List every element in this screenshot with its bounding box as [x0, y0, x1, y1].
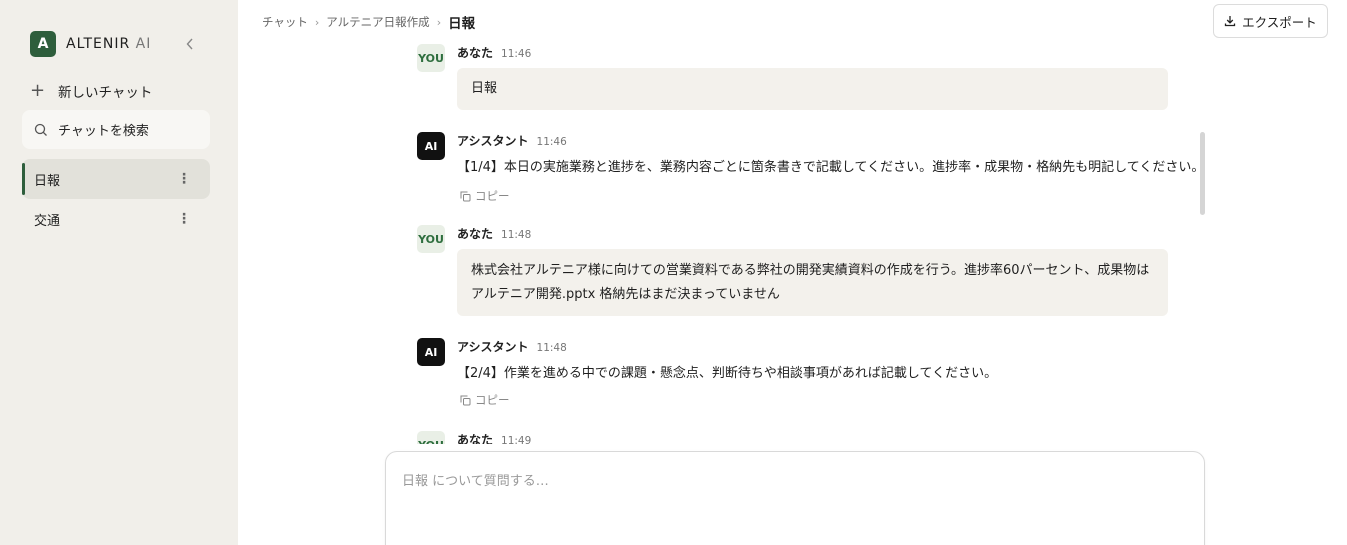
brand[interactable]: A ALTENIR AI	[30, 31, 151, 57]
brand-name: ALTENIR AI	[66, 36, 151, 52]
more-vertical-icon[interactable]: ⋮	[177, 199, 191, 239]
message-time: 11:46	[536, 136, 567, 148]
message-meta: あなた 11:48	[457, 225, 531, 242]
copy-label: コピー	[475, 189, 510, 203]
breadcrumb: チャット › アルテニア日報作成 › 日報	[262, 12, 475, 32]
copy-button[interactable]: コピー	[460, 392, 510, 408]
download-icon	[1225, 16, 1236, 27]
message-author: あなた	[457, 433, 494, 444]
message-meta: アシスタント 11:46	[457, 132, 567, 149]
sidebar-item-label: 交通	[34, 213, 61, 229]
message-author: アシスタント	[457, 134, 529, 148]
chat-search-button[interactable]: チャットを検索	[22, 110, 210, 149]
new-chat-button[interactable]: + 新しいチャット	[30, 80, 152, 102]
message-user: YOU あなた 11:48 株式会社アルテニア様に向けての営業資料である弊社の開…	[417, 225, 1177, 320]
avatar: YOU	[417, 431, 445, 444]
plus-icon: +	[30, 80, 46, 101]
chat-search-label: チャットを検索	[58, 124, 149, 139]
composer	[385, 451, 1205, 545]
sidebar-item-kotsu[interactable]: 交通 ⋮	[22, 199, 210, 239]
export-label: エクスポート	[1242, 14, 1317, 30]
logo-icon: A	[30, 31, 56, 57]
message-text: 【1/4】本日の実施業務と進捗を、業務内容ごとに箇条書きで記載してください。進捗…	[457, 160, 1205, 175]
copy-button[interactable]: コピー	[460, 188, 510, 204]
message-time: 11:48	[536, 342, 567, 354]
message-time: 11:46	[501, 48, 532, 60]
avatar: AI	[417, 338, 445, 366]
avatar: YOU	[417, 225, 445, 253]
message-assistant: AI アシスタント 11:46 【1/4】本日の実施業務と進捗を、業務内容ごとに…	[417, 132, 1205, 204]
sidebar-item-label: 日報	[34, 173, 61, 189]
message-input[interactable]	[402, 470, 1182, 530]
page-title: 日報	[448, 16, 476, 32]
more-vertical-icon[interactable]: ⋮	[177, 159, 191, 199]
message-author: アシスタント	[457, 340, 529, 354]
sidebar: A ALTENIR AI + 新しいチャット チャットを検索 日報 ⋮ 交通 ⋮	[0, 0, 238, 545]
message-meta: あなた 11:49	[457, 431, 531, 444]
copy-label: コピー	[475, 393, 510, 407]
scrollbar-thumb[interactable]	[1200, 132, 1205, 215]
message-time: 11:48	[501, 229, 532, 241]
message-assistant: AI アシスタント 11:48 【2/4】作業を進める中での課題・懸念点、判断待…	[417, 338, 1177, 410]
new-chat-label: 新しいチャット	[58, 85, 153, 101]
breadcrumb-chat[interactable]: チャット	[262, 14, 308, 30]
message-author: あなた	[457, 46, 494, 60]
search-icon	[34, 123, 47, 136]
message-text: 【2/4】作業を進める中での課題・懸念点、判断待ちや相談事項があれば記載してくだ…	[457, 366, 998, 381]
message-thread[interactable]: YOU あなた 11:46 日報 AI アシスタント 11:46 【1/4】本日…	[238, 40, 1347, 444]
message-time: 11:49	[501, 435, 532, 444]
chevron-left-icon	[186, 38, 193, 50]
breadcrumb-project[interactable]: アルテニア日報作成	[326, 14, 429, 30]
breadcrumb-separator: ›	[436, 15, 442, 29]
avatar: YOU	[417, 44, 445, 72]
collapse-sidebar-button[interactable]	[183, 35, 197, 53]
message-user: YOU あなた 11:46 日報	[417, 44, 1177, 116]
sidebar-item-nippo[interactable]: 日報 ⋮	[22, 159, 210, 199]
brand-suffix: AI	[135, 36, 152, 52]
breadcrumb-separator: ›	[314, 15, 320, 29]
message-meta: アシスタント 11:48	[457, 338, 567, 355]
copy-icon	[460, 395, 471, 405]
export-button[interactable]: エクスポート	[1213, 4, 1328, 38]
message-bubble: 日報	[457, 68, 1168, 110]
message-author: あなた	[457, 227, 494, 241]
message-user: YOU あなた 11:49	[417, 431, 1177, 444]
message-meta: あなた 11:46	[457, 44, 531, 61]
message-bubble: 株式会社アルテニア様に向けての営業資料である弊社の開発実績資料の作成を行う。進捗…	[457, 249, 1168, 316]
brand-name-text: ALTENIR	[66, 36, 131, 52]
avatar: AI	[417, 132, 445, 160]
copy-icon	[460, 191, 471, 201]
